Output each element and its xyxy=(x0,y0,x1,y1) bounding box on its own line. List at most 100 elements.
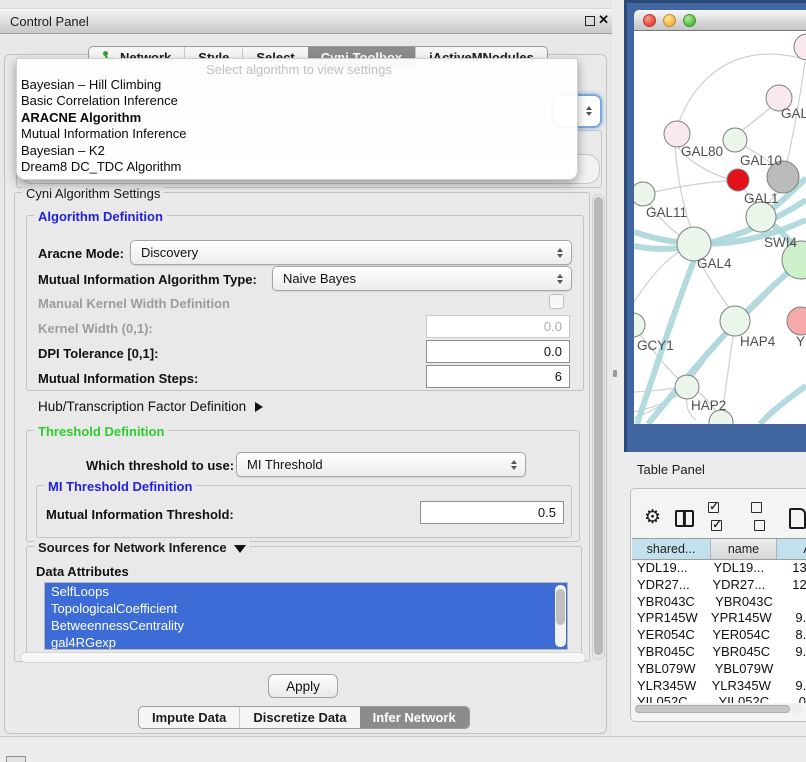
cell-shared-name: YBL079W xyxy=(632,661,711,678)
network-canvas[interactable]: GALGAL80GAL10GAL1GAL11SWI4GAL4GCY1HAP4YH… xyxy=(634,31,806,424)
columns-icon[interactable] xyxy=(675,510,694,527)
column-header[interactable]: A xyxy=(777,539,806,559)
minimized-panel-icon[interactable] xyxy=(6,756,26,762)
table-row[interactable]: YBR043CYBR043C xyxy=(632,594,806,611)
network-node[interactable] xyxy=(794,34,806,60)
table-panel-title: Table Panel xyxy=(637,462,705,477)
node-label: GAL80 xyxy=(681,144,723,159)
cell-value: 13 xyxy=(770,560,806,577)
tab-discretize-data[interactable]: Discretize Data xyxy=(239,707,359,728)
attribute-list-item[interactable]: gal4RGexp xyxy=(45,634,567,650)
tab-infer-network[interactable]: Infer Network xyxy=(360,707,469,728)
algorithm-option[interactable]: Mutual Information Inference xyxy=(21,126,577,142)
table-row[interactable]: YPR145WYPR145W9. xyxy=(632,610,806,627)
column-header[interactable]: name xyxy=(711,539,777,559)
node-label: GCY1 xyxy=(637,338,674,353)
cell-name: YBR045C xyxy=(709,644,773,661)
mi-threshold-field[interactable]: 0.5 xyxy=(420,501,564,524)
manual-kernel-label: Manual Kernel Width Definition xyxy=(38,296,230,311)
algorithm-option[interactable]: Bayesian – K2 xyxy=(21,143,577,159)
panel-title: Control Panel xyxy=(10,14,89,29)
cell-value: 0 xyxy=(777,694,806,703)
cell-value: 8. xyxy=(773,627,806,644)
node-label: GAL4 xyxy=(697,256,732,271)
cell-value xyxy=(777,594,799,611)
table-row[interactable]: YIL052CYIL052C0 xyxy=(632,694,806,703)
table-row[interactable]: YLR345WYLR345W9. xyxy=(632,678,806,695)
apply-button[interactable]: Apply xyxy=(268,674,338,698)
network-node[interactable] xyxy=(634,313,645,337)
attribute-list-item[interactable]: SelfLoops xyxy=(45,583,567,600)
table-row[interactable]: YBL079WYBL079W xyxy=(632,661,806,678)
list-scrollbar[interactable] xyxy=(555,585,566,647)
attribute-list-item[interactable]: BetweennessCentrality xyxy=(45,617,567,634)
mi-steps-field[interactable]: 6 xyxy=(426,365,570,388)
tab-impute-data[interactable]: Impute Data xyxy=(139,707,239,728)
cell-value: 9. xyxy=(773,610,806,627)
table-toolbar: ⚙ xyxy=(644,504,806,532)
kernel-width-field[interactable]: 0.0 xyxy=(426,315,570,338)
settings-scrollbar[interactable] xyxy=(592,194,605,660)
network-node[interactable] xyxy=(634,182,655,206)
data-attributes-label: Data Attributes xyxy=(36,564,129,579)
cell-shared-name: YBR045C xyxy=(632,644,709,661)
gear-icon[interactable]: ⚙ xyxy=(644,508,661,528)
table-row[interactable]: YDR27...YDR27...12 xyxy=(632,577,806,594)
sources-legend: Sources for Network Inference xyxy=(38,540,227,555)
dpi-tolerance-field[interactable]: 0.0 xyxy=(426,340,570,363)
network-node[interactable] xyxy=(727,169,749,191)
network-node[interactable] xyxy=(746,202,776,232)
close-icon[interactable]: ✕ xyxy=(598,12,609,28)
minimize-traffic-light-icon[interactable] xyxy=(663,14,676,27)
algorithm-option[interactable]: ARACNE Algorithm xyxy=(21,110,577,126)
network-node[interactable] xyxy=(723,128,747,152)
which-threshold-combobox[interactable]: MI Threshold xyxy=(236,452,526,477)
table-row[interactable]: YDL19...YDL19...13 xyxy=(632,560,806,577)
node-label: HAP2 xyxy=(691,398,726,413)
node-label: GAL11 xyxy=(646,205,687,220)
column-header[interactable]: shared... xyxy=(632,539,711,559)
tab-label: Infer Network xyxy=(373,710,456,725)
which-threshold-value: MI Threshold xyxy=(247,457,323,472)
cell-name: YPR145W xyxy=(709,610,773,627)
kernel-width-value: 0.0 xyxy=(544,319,562,334)
network-node[interactable] xyxy=(675,375,699,399)
network-node[interactable] xyxy=(787,307,806,335)
data-attributes-list[interactable]: SelfLoopsTopologicalCoefficientBetweenne… xyxy=(44,582,568,650)
table-header-row: shared...nameA xyxy=(632,538,806,560)
splitter-grip-icon[interactable] xyxy=(613,370,617,377)
close-traffic-light-icon[interactable] xyxy=(643,14,656,27)
network-window-titlebar[interactable] xyxy=(634,10,806,31)
attribute-list-item[interactable]: TopologicalCoefficient xyxy=(45,600,567,617)
network-edge-thick[interactable] xyxy=(760,386,806,424)
mi-threshold-value: 0.5 xyxy=(538,505,556,520)
algorithm-list: Bayesian – Hill ClimbingBasic Correlatio… xyxy=(21,77,577,175)
mi-type-combobox[interactable]: Naive Bayes xyxy=(272,266,572,291)
table-hscrollbar[interactable] xyxy=(634,704,802,714)
deselect-all-icon[interactable] xyxy=(751,500,776,536)
network-edge[interactable] xyxy=(634,388,676,392)
network-edge[interactable] xyxy=(654,181,727,192)
aracne-mode-value: Discovery xyxy=(141,245,198,260)
algorithm-option[interactable]: Basic Correlation Inference xyxy=(21,93,577,109)
float-window-icon[interactable] xyxy=(585,16,595,26)
table-row[interactable]: YBR045CYBR045C9. xyxy=(632,644,806,661)
select-all-icon[interactable] xyxy=(708,500,733,536)
mi-steps-value: 6 xyxy=(555,369,562,384)
aracne-mode-combobox[interactable]: Discovery xyxy=(130,240,572,265)
cell-name: YDR27... xyxy=(707,577,770,594)
cell-name: YER054C xyxy=(709,627,773,644)
node-label: GAL xyxy=(781,106,806,121)
settings-hscrollbar[interactable] xyxy=(20,652,586,663)
hub-definition-toggle[interactable]: Hub/Transcription Factor Definition xyxy=(38,399,263,414)
manual-kernel-checkbox[interactable] xyxy=(549,294,564,309)
new-table-icon[interactable] xyxy=(789,508,806,529)
network-node[interactable] xyxy=(720,306,750,336)
cell-name: YBR043C xyxy=(711,594,777,611)
network-edge[interactable] xyxy=(741,108,770,131)
algorithm-option[interactable]: Dream8 DC_TDC Algorithm xyxy=(21,159,577,175)
table-row[interactable]: YER054CYER054C8. xyxy=(632,627,806,644)
sources-toggle[interactable]: Sources for Network Inference xyxy=(34,540,250,555)
algorithm-option[interactable]: Bayesian – Hill Climbing xyxy=(21,77,577,93)
zoom-traffic-light-icon[interactable] xyxy=(683,14,696,27)
